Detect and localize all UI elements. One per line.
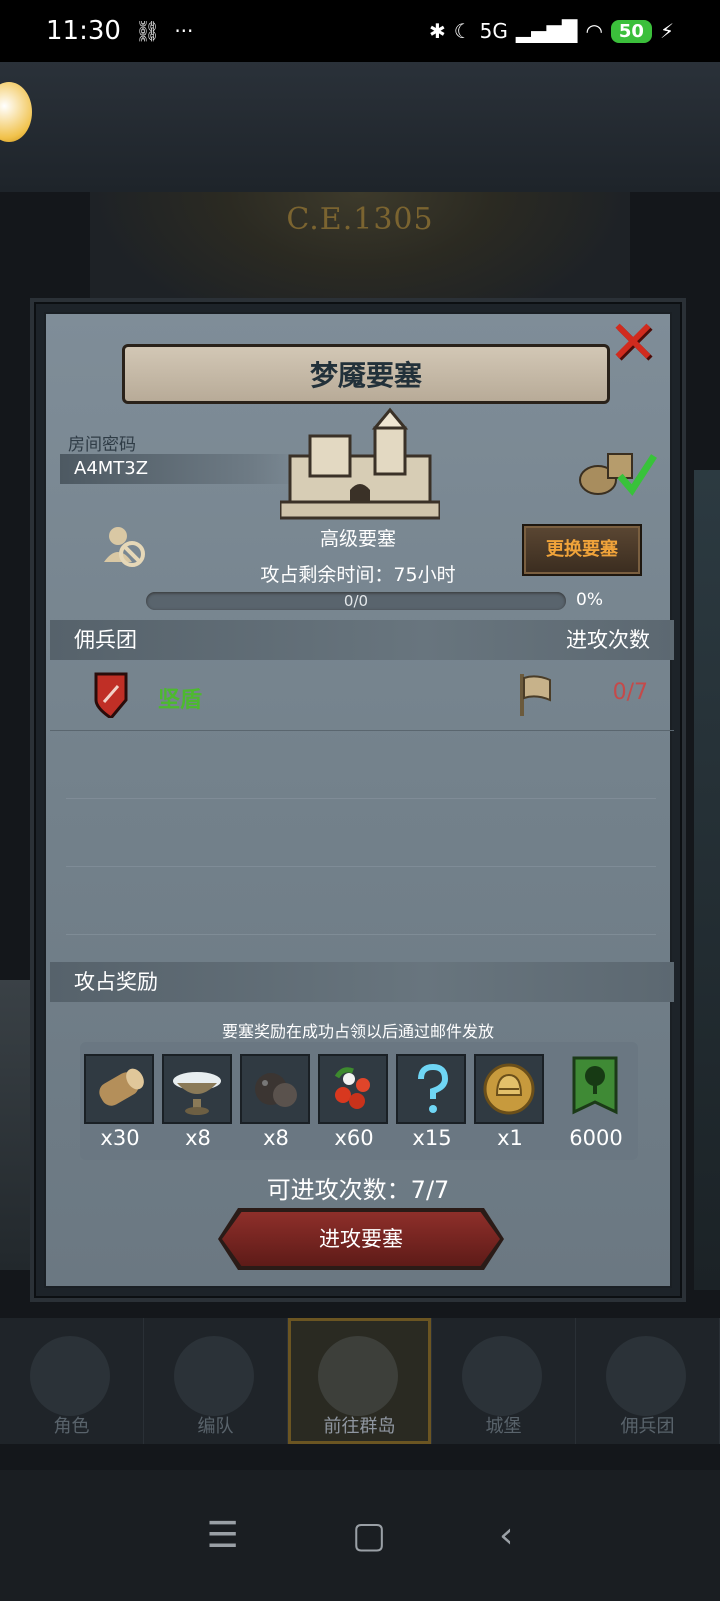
battery-badge: 50 [610, 19, 652, 43]
reward-bag-icon[interactable] [576, 446, 658, 496]
progress-percent: 0% [576, 590, 603, 610]
rewards-panel: x30 x8 x8 x60 x15 x1 6000 [80, 1042, 638, 1160]
merc-section-header: 佣兵团 进攻次数 [50, 620, 674, 660]
flag-icon [520, 674, 551, 716]
nav-item-formation[interactable]: 编队 [144, 1318, 288, 1444]
bluetooth-icon: ✱ [428, 19, 446, 43]
reward-item[interactable]: x8 [240, 1054, 312, 1150]
network-5g: 5G [479, 19, 508, 43]
empty-row-divider [66, 866, 656, 867]
reward-item[interactable]: x60 [318, 1054, 390, 1150]
reward-item[interactable]: 6000 [560, 1054, 632, 1150]
shield-icon [94, 672, 128, 718]
nav-item-islands[interactable]: 前往群岛 [288, 1318, 432, 1444]
nav-label: 角色 [53, 1416, 90, 1437]
reward-item[interactable]: x30 [84, 1054, 156, 1150]
nav-label: 城堡 [485, 1416, 522, 1437]
reward-qty: x8 [185, 1126, 211, 1150]
fortress-dialog: 梦魇要塞 房间密码 A4MT3Z 高级要塞 更换要塞 攻占剩余时间：75小时 0… [34, 302, 682, 1298]
time-remaining: 攻占剩余时间：75小时 [260, 564, 456, 586]
nav-label: 前往群岛 [323, 1416, 396, 1437]
right-side-panel [694, 470, 720, 1290]
left-side-buttons [0, 980, 32, 1270]
more-dots-icon: ··· [174, 19, 194, 43]
nav-item-mercenary[interactable]: 佣兵团 [576, 1318, 720, 1444]
reward-note: 要塞奖励在成功占领以后通过邮件发放 [221, 1022, 494, 1041]
status-bar: 11:30 ⛓ ··· ✱ ☾ 5G ▂▄▆█ ◠ 50 ⚡ [0, 0, 720, 62]
tower-icon [606, 1336, 686, 1416]
progress-text: 0/0 [343, 592, 369, 610]
merc-header-label: 佣兵团 [74, 628, 137, 652]
merc-row[interactable]: 坚盾 0/7 [50, 660, 674, 731]
link-icon: ⛓ [134, 19, 161, 43]
rewards-section-header: 攻占奖励 [50, 962, 674, 1002]
compass-map-icon [318, 1336, 398, 1416]
reward-item[interactable]: x15 [396, 1054, 468, 1150]
reward-qty: 6000 [569, 1126, 623, 1150]
close-icon[interactable]: ✕ [604, 313, 662, 373]
nav-label: 编队 [197, 1416, 234, 1437]
reward-qty: x8 [263, 1126, 289, 1150]
reward-item[interactable]: x1 [474, 1054, 546, 1150]
nav-item-character[interactable]: 角色 [0, 1318, 144, 1444]
castle-nav-icon [462, 1336, 542, 1416]
mystery-question-icon [418, 1063, 449, 1113]
reward-qty: x1 [497, 1126, 523, 1150]
charging-icon: ⚡ [659, 19, 674, 43]
game-top-bar [0, 62, 720, 192]
bottom-nav: 角色 编队 前往群岛 城堡 佣兵团 [0, 1318, 720, 1444]
merc-attack-count: 0/7 [612, 680, 648, 705]
back-icon[interactable]: ‹ [499, 1515, 513, 1556]
menu-icon[interactable]: ☰ [207, 1515, 239, 1556]
gold-helmet-medal-icon [483, 1063, 535, 1115]
reward-qty: x60 [334, 1126, 374, 1150]
truffle-icon [255, 1073, 297, 1107]
empty-row-divider [66, 934, 656, 935]
nav-label: 佣兵团 [620, 1416, 675, 1437]
knight-icon [30, 1336, 110, 1416]
wifi-icon: ◠ [585, 19, 603, 43]
nav-item-castle[interactable]: 城堡 [432, 1318, 576, 1444]
signal-icon: ▂▄▆█ [515, 19, 578, 43]
tree-banner-icon [572, 1056, 618, 1115]
room-code-value[interactable]: A4MT3Z [60, 454, 300, 484]
system-nav-bar: ☰ ▢ ‹ [0, 1470, 720, 1601]
dialog-title: 梦魇要塞 [122, 344, 610, 404]
helmet-icon [174, 1336, 254, 1416]
merc-name: 坚盾 [158, 688, 203, 713]
rewards-header-label: 攻占奖励 [74, 970, 158, 994]
fortress-dialog-body: 梦魇要塞 房间密码 A4MT3Z 高级要塞 更换要塞 攻占剩余时间：75小时 0… [44, 312, 674, 1288]
reward-qty: x15 [412, 1126, 452, 1150]
empty-row-divider [66, 798, 656, 799]
reward-item[interactable]: x8 [162, 1054, 234, 1150]
attack-count-header: 进攻次数 [566, 628, 650, 652]
room-code-label: 房间密码 [68, 435, 136, 455]
reward-qty: x30 [100, 1126, 140, 1150]
status-time: 11:30 [46, 16, 121, 46]
occupy-progress-bar: 0/0 [146, 592, 566, 610]
wood-log-icon [99, 1068, 144, 1106]
era-label: C.E.1305 [286, 202, 434, 237]
castle-icon [280, 407, 440, 520]
moon-icon: ☾ [453, 19, 472, 43]
attacks-available: 可进攻次数：7/7 [266, 1176, 450, 1204]
home-icon[interactable]: ▢ [352, 1515, 386, 1556]
silver-bowl-icon [173, 1072, 221, 1115]
attack-fortress-button[interactable]: 进攻要塞 [222, 1212, 500, 1266]
berries-icon [334, 1067, 370, 1109]
